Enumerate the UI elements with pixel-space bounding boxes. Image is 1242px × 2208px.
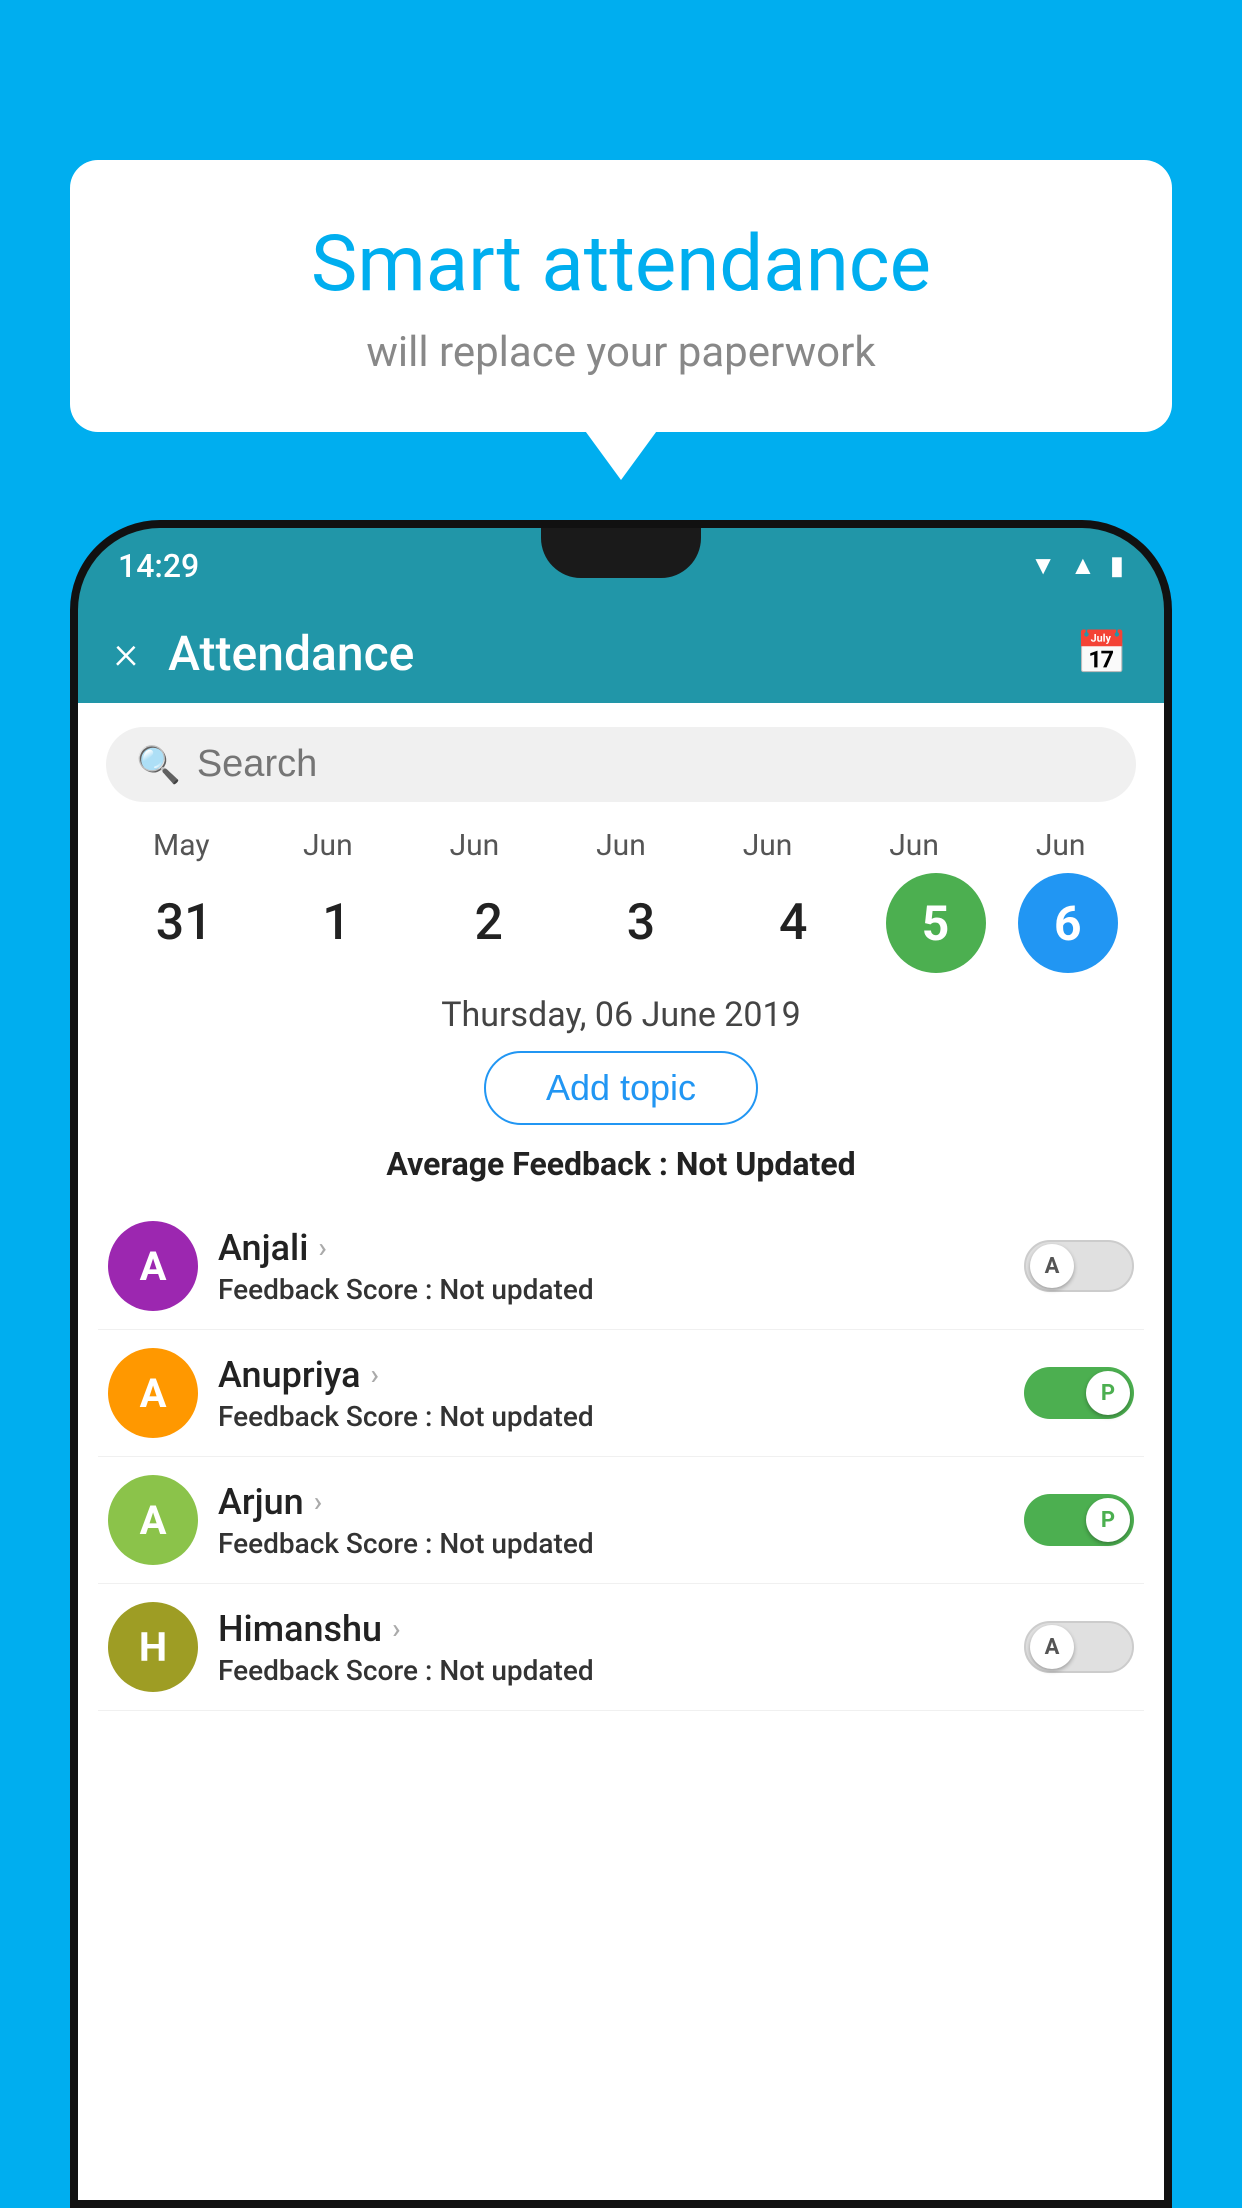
chevron-icon: ›: [371, 1358, 379, 1391]
toggle-knob-anjali: A: [1030, 1244, 1074, 1288]
avatar-anupriya: A: [108, 1348, 198, 1438]
student-name-himanshu: Himanshu ›: [218, 1608, 1004, 1650]
toggle-knob-arjun: P: [1086, 1498, 1130, 1542]
speech-bubble: Smart attendance will replace your paper…: [70, 160, 1172, 432]
student-item-himanshu[interactable]: H Himanshu › Feedback Score : Not update…: [98, 1584, 1144, 1711]
cal-month-0[interactable]: May: [121, 828, 241, 863]
app-bar-title: Attendance: [168, 625, 1046, 682]
student-info-arjun: Arjun › Feedback Score : Not updated: [218, 1481, 1004, 1560]
cal-month-3[interactable]: Jun: [561, 828, 681, 863]
toggle-anjali[interactable]: A: [1024, 1240, 1134, 1292]
student-info-anjali: Anjali › Feedback Score : Not updated: [218, 1227, 1004, 1306]
app-bar: × Attendance 📅: [78, 603, 1164, 703]
phone-frame: 14:29 ▼ ▲ ▮ × Attendance 📅 🔍 May Jun Jun…: [70, 520, 1172, 2208]
search-icon: 🔍: [136, 744, 181, 786]
student-name-anupriya: Anupriya ›: [218, 1354, 1004, 1396]
average-feedback: Average Feedback : Not Updated: [78, 1145, 1164, 1183]
chevron-icon: ›: [314, 1485, 322, 1518]
calendar-icon[interactable]: 📅: [1076, 629, 1128, 678]
calendar-dates: 31 1 2 3 4 5 6: [98, 863, 1144, 989]
student-feedback-arjun: Feedback Score : Not updated: [218, 1527, 1004, 1560]
student-feedback-anupriya: Feedback Score : Not updated: [218, 1400, 1004, 1433]
chevron-icon: ›: [318, 1231, 326, 1264]
cal-date-3[interactable]: 3: [581, 894, 701, 952]
student-name-anjali: Anjali ›: [218, 1227, 1004, 1269]
student-name-arjun: Arjun ›: [218, 1481, 1004, 1523]
student-item-anupriya[interactable]: A Anupriya › Feedback Score : Not update…: [98, 1330, 1144, 1457]
student-item-anjali[interactable]: A Anjali › Feedback Score : Not updated …: [98, 1203, 1144, 1330]
student-info-himanshu: Himanshu › Feedback Score : Not updated: [218, 1608, 1004, 1687]
toggle-arjun[interactable]: P: [1024, 1494, 1134, 1546]
speech-bubble-title: Smart attendance: [130, 220, 1112, 310]
status-icons: ▼ ▲ ▮: [1030, 550, 1124, 581]
calendar-row: May Jun Jun Jun Jun Jun Jun 31 1 2 3 4 5…: [78, 818, 1164, 989]
cal-date-4[interactable]: 4: [733, 894, 853, 952]
toggle-himanshu[interactable]: A: [1024, 1621, 1134, 1673]
add-topic-button[interactable]: Add topic: [484, 1051, 758, 1125]
status-time: 14:29: [118, 547, 199, 585]
cal-month-6[interactable]: Jun: [1001, 828, 1121, 863]
search-bar[interactable]: 🔍: [106, 727, 1136, 802]
calendar-months: May Jun Jun Jun Jun Jun Jun: [98, 828, 1144, 863]
avatar-anjali: A: [108, 1221, 198, 1311]
cal-date-2[interactable]: 2: [429, 894, 549, 952]
close-button[interactable]: ×: [114, 626, 138, 680]
cal-date-1[interactable]: 1: [276, 894, 396, 952]
student-item-arjun[interactable]: A Arjun › Feedback Score : Not updated P: [98, 1457, 1144, 1584]
search-input[interactable]: [197, 743, 1106, 786]
cal-month-5[interactable]: Jun: [854, 828, 974, 863]
avatar-arjun: A: [108, 1475, 198, 1565]
cal-date-selected[interactable]: 6: [1018, 873, 1118, 973]
toggle-knob-anupriya: P: [1086, 1371, 1130, 1415]
battery-icon: ▮: [1110, 551, 1124, 581]
student-feedback-anjali: Feedback Score : Not updated: [218, 1273, 1004, 1306]
chevron-icon: ›: [392, 1612, 400, 1645]
toggle-knob-himanshu: A: [1030, 1625, 1074, 1669]
phone-notch: [541, 528, 701, 578]
signal-icon: ▲: [1070, 550, 1096, 581]
wifi-icon: ▼: [1030, 550, 1056, 581]
student-feedback-himanshu: Feedback Score : Not updated: [218, 1654, 1004, 1687]
cal-month-1[interactable]: Jun: [268, 828, 388, 863]
cal-month-2[interactable]: Jun: [414, 828, 534, 863]
speech-bubble-subtitle: will replace your paperwork: [130, 328, 1112, 377]
avg-feedback-label: Average Feedback :: [386, 1145, 675, 1183]
toggle-anupriya[interactable]: P: [1024, 1367, 1134, 1419]
avg-feedback-value: Not Updated: [676, 1145, 856, 1183]
cal-month-4[interactable]: Jun: [708, 828, 828, 863]
selected-date-label: Thursday, 06 June 2019: [78, 995, 1164, 1035]
cal-date-0[interactable]: 31: [124, 894, 244, 952]
cal-date-today[interactable]: 5: [886, 873, 986, 973]
phone-content: 🔍 May Jun Jun Jun Jun Jun Jun 31 1 2 3 4…: [78, 703, 1164, 2200]
student-info-anupriya: Anupriya › Feedback Score : Not updated: [218, 1354, 1004, 1433]
student-list: A Anjali › Feedback Score : Not updated …: [78, 1203, 1164, 1711]
avatar-himanshu: H: [108, 1602, 198, 1692]
